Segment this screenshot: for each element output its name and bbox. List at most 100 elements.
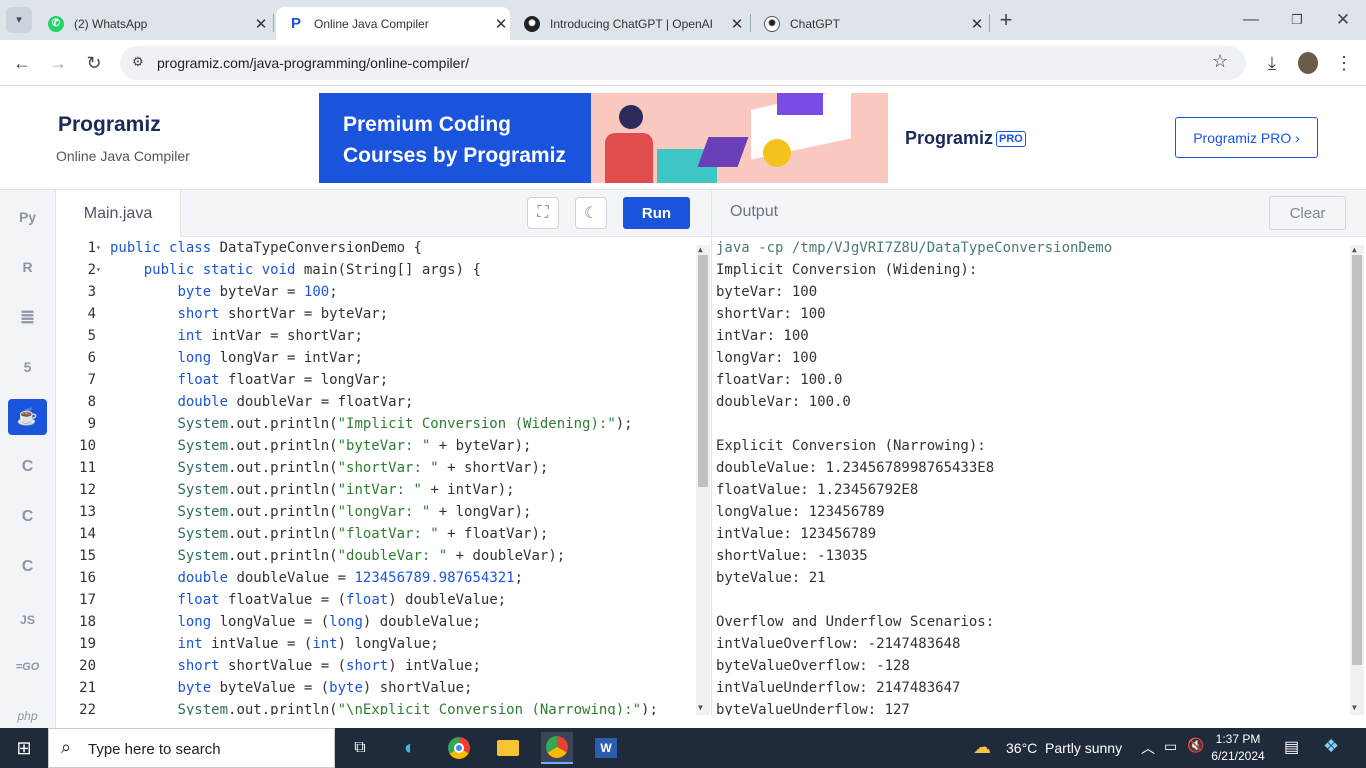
back-arrow-icon[interactable]: ← — [9, 50, 35, 76]
file-explorer-icon[interactable] — [492, 732, 524, 764]
bookmark-star-icon[interactable]: ☆ — [1212, 51, 1228, 72]
code-token: "floatVar: " — [337, 526, 439, 542]
code-line[interactable]: 14 System.out.println("floatVar: " + flo… — [56, 523, 696, 545]
code-line[interactable]: 15 System.out.println("doubleVar: " + do… — [56, 545, 696, 567]
javascript-icon[interactable]: JS — [8, 602, 47, 638]
code-line[interactable]: 7 float floatVar = longVar; — [56, 369, 696, 391]
tab-introducing-chatgpt[interactable]: ✺ Introducing ChatGPT | OpenAI ✕ — [512, 7, 746, 40]
programiz-logo[interactable]: Programiz — [58, 113, 161, 137]
url-text[interactable]: programiz.com/java-programming/online-co… — [157, 55, 469, 71]
programiz-pro-button[interactable]: Programiz PRO › — [1175, 117, 1318, 158]
site-info-icon[interactable]: ⚙ — [132, 54, 144, 70]
profile-avatar[interactable] — [1298, 52, 1318, 74]
code-line[interactable]: 9 System.out.println("Implicit Conversio… — [56, 413, 696, 435]
code-line[interactable]: 11 System.out.println("shortVar: " + sho… — [56, 457, 696, 479]
output-scrollbar-thumb[interactable] — [1352, 255, 1362, 665]
task-view-icon[interactable]: ⧉ — [344, 732, 376, 764]
code-line[interactable]: 10 System.out.println("byteVar: " + byte… — [56, 435, 696, 457]
ad-banner[interactable]: Premium Coding Courses by Programiz Prog… — [319, 93, 1047, 183]
tab-title: ChatGPT — [790, 16, 841, 31]
java-icon[interactable]: ☕ — [8, 399, 47, 435]
output-scrollbar[interactable]: ▲ ▼ — [1350, 245, 1364, 715]
sql-icon[interactable]: ≣ — [8, 299, 47, 335]
browser-menu-icon[interactable]: ⋮ — [1331, 50, 1357, 76]
close-tab-icon[interactable]: ✕ — [968, 15, 986, 33]
dark-mode-moon-icon[interactable]: ☾ — [575, 197, 607, 229]
show-hidden-icons-chevron-icon[interactable]: ︿ — [1141, 738, 1155, 758]
restore-window-icon[interactable]: ❐ — [1284, 7, 1310, 33]
file-tab-main-java[interactable]: Main.java — [56, 190, 181, 237]
cpp-icon[interactable]: C — [8, 499, 47, 535]
code-token: float — [177, 372, 229, 388]
csharp-icon[interactable]: C — [8, 549, 47, 585]
r-language-icon[interactable]: R — [8, 249, 47, 285]
code-line[interactable]: 8 double doubleVar = floatVar; — [56, 391, 696, 413]
tab-whatsapp[interactable]: ✆ (2) WhatsApp ✕ — [36, 7, 270, 40]
close-window-icon[interactable]: ✕ — [1330, 7, 1356, 33]
code-line[interactable]: 13 System.out.println("longVar: " + long… — [56, 501, 696, 523]
python-icon[interactable]: Py — [8, 199, 47, 235]
reload-icon[interactable]: ↻ — [81, 50, 107, 76]
scroll-down-arrow-icon[interactable]: ▼ — [1352, 703, 1357, 712]
code-line[interactable]: 5 int intVar = shortVar; — [56, 325, 696, 347]
code-line[interactable]: 21 byte byteValue = (byte) shortValue; — [56, 677, 696, 699]
battery-icon[interactable]: ▭ — [1164, 738, 1177, 755]
close-tab-icon[interactable]: ✕ — [728, 15, 746, 33]
notifications-icon[interactable]: ▤ — [1284, 737, 1299, 757]
close-tab-icon[interactable]: ✕ — [252, 15, 270, 33]
browser-toolbar: ← → ↻ ⚙ programiz.com/java-programming/o… — [0, 40, 1366, 86]
edge-icon[interactable]: ◐ — [394, 732, 426, 764]
clear-button[interactable]: Clear — [1269, 196, 1346, 230]
weather-icon[interactable]: ☁ — [973, 737, 991, 758]
code-line[interactable]: 1 ▾ public class DataTypeConversionDemo { — [56, 237, 696, 259]
copilot-icon[interactable]: ❖ — [1323, 736, 1339, 757]
page-subtitle: Online Java Compiler — [56, 148, 190, 164]
forward-arrow-icon[interactable]: → — [45, 50, 71, 76]
code-line[interactable]: 22 System.out.println("\nExplicit Conver… — [56, 699, 696, 715]
code-line[interactable]: 12 System.out.println("intVar: " + intVa… — [56, 479, 696, 501]
code-line[interactable]: 16 double doubleValue = 123456789.987654… — [56, 567, 696, 589]
code-line[interactable]: 17 float floatValue = (float) doubleValu… — [56, 589, 696, 611]
fullscreen-icon[interactable]: ⛶ — [527, 197, 559, 229]
code-line[interactable]: 20 short shortValue = (short) intValue; — [56, 655, 696, 677]
code-line[interactable]: 3 byte byteVar = 100; — [56, 281, 696, 303]
tab-search-icon[interactable]: ▾ — [6, 7, 32, 33]
html-icon[interactable]: 5 — [8, 349, 47, 385]
ad-headline: Premium Coding Courses by Programiz — [343, 113, 566, 167]
fold-arrow-icon[interactable]: ▾ — [96, 237, 105, 259]
weather-text[interactable]: 36°C Partly sunny — [1006, 740, 1122, 756]
taskbar-search-box[interactable]: ⌕ Type here to search — [48, 728, 335, 768]
address-bar[interactable]: ⚙ programiz.com/java-programming/online-… — [120, 46, 1246, 80]
c-icon[interactable]: C — [8, 449, 47, 485]
editor-scrollbar[interactable]: ▲ ▼ — [696, 245, 710, 715]
code-line[interactable]: 4 short shortVar = byteVar; — [56, 303, 696, 325]
clock[interactable]: 1:37 PM 6/21/2024 — [1208, 731, 1268, 765]
scroll-up-arrow-icon[interactable]: ▲ — [1352, 245, 1357, 254]
new-tab-button[interactable]: + — [993, 7, 1019, 33]
scroll-down-arrow-icon[interactable]: ▼ — [698, 703, 703, 712]
scroll-up-arrow-icon[interactable]: ▲ — [698, 245, 703, 254]
minimize-window-icon[interactable]: — — [1238, 7, 1264, 33]
code-editor[interactable]: 1 ▾ public class DataTypeConversionDemo {2… — [56, 237, 711, 715]
close-tab-icon[interactable]: ✕ — [492, 15, 510, 33]
code-line[interactable]: 2 ▾ public static void main(String[] args… — [56, 259, 696, 281]
windows-start-icon[interactable]: ⊞ — [8, 732, 40, 764]
code-token: "doubleVar: " — [337, 548, 448, 564]
tab-chatgpt[interactable]: ✺ ChatGPT ✕ — [752, 7, 986, 40]
code-line[interactable]: 6 long longVar = intVar; — [56, 347, 696, 369]
run-button[interactable]: Run — [623, 197, 690, 229]
code-line[interactable]: 19 int intValue = (int) longValue; — [56, 633, 696, 655]
go-icon[interactable]: =GO — [8, 649, 47, 685]
tab-online-java-compiler[interactable]: P Online Java Compiler ✕ — [276, 7, 510, 40]
output-line: floatVar: 100.0 — [716, 372, 843, 388]
code-text: int intValue = (int) longValue; — [110, 633, 438, 655]
chrome-icon[interactable] — [443, 732, 475, 764]
volume-muted-icon[interactable]: 🔇 — [1187, 737, 1204, 754]
fold-arrow-icon[interactable]: ▾ — [96, 259, 105, 281]
chrome-profile-icon[interactable] — [541, 732, 573, 764]
download-icon[interactable]: ⤓ — [1259, 50, 1285, 76]
code-text: double doubleValue = 123456789.987654321… — [110, 567, 523, 589]
word-icon[interactable]: W — [590, 732, 622, 764]
editor-scrollbar-thumb[interactable] — [698, 255, 708, 487]
code-line[interactable]: 18 long longValue = (long) doubleValue; — [56, 611, 696, 633]
